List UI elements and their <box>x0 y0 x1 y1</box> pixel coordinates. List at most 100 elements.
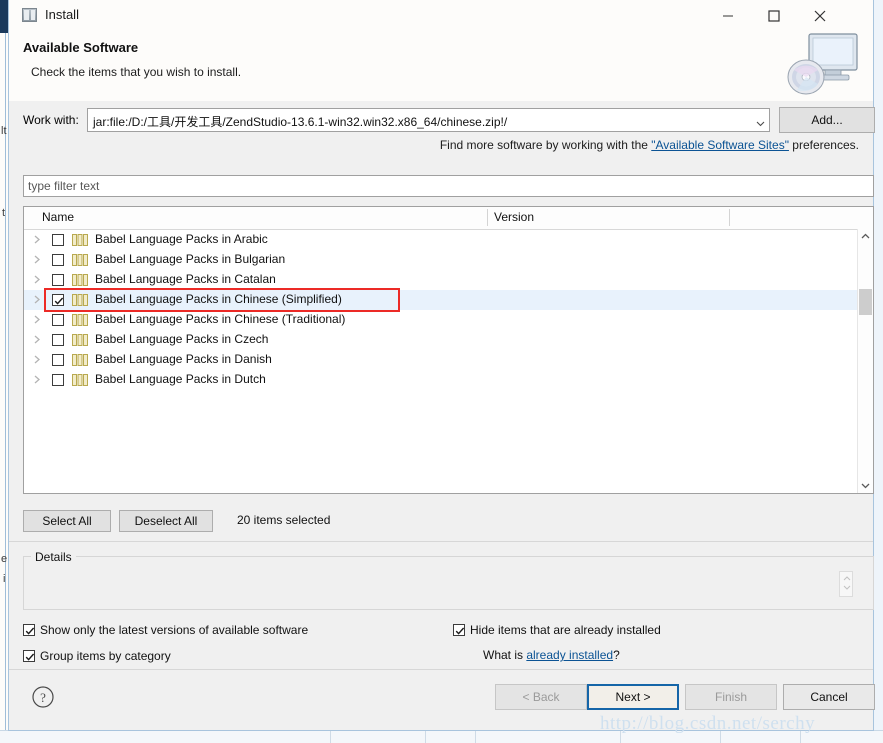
details-panel <box>23 556 874 610</box>
table-row[interactable]: Babel Language Packs in Dutch <box>24 370 873 390</box>
table-scrollbar[interactable] <box>857 229 873 493</box>
scroll-up-icon[interactable] <box>858 229 873 244</box>
column-header-name[interactable]: Name <box>42 210 74 224</box>
table-row[interactable]: Babel Language Packs in Arabic <box>24 230 873 250</box>
column-divider-2[interactable] <box>729 209 730 226</box>
filter-input[interactable]: type filter text <box>23 175 874 197</box>
table-header: Name Version <box>24 207 873 230</box>
feature-icon <box>72 254 89 266</box>
column-header-version[interactable]: Version <box>494 210 534 224</box>
scroll-down-icon[interactable] <box>858 478 873 493</box>
body-separator <box>9 541 873 542</box>
row-label: Babel Language Packs in Bulgarian <box>95 252 286 266</box>
what-is-prefix: What is <box>483 648 527 662</box>
row-checkbox[interactable] <box>52 274 64 286</box>
available-software-sites-link[interactable]: "Available Software Sites" <box>651 138 789 152</box>
find-more-suffix: preferences. <box>788 138 859 152</box>
page-title: Available Software <box>23 40 139 55</box>
row-label: Babel Language Packs in Czech <box>95 332 269 346</box>
scrollbar-thumb[interactable] <box>859 289 872 315</box>
cancel-button[interactable]: Cancel <box>783 684 875 710</box>
option-label: Hide items that are already installed <box>470 623 661 637</box>
expand-arrow-icon[interactable] <box>32 254 42 265</box>
row-label: Babel Language Packs in Dutch <box>95 372 266 386</box>
feature-icon <box>72 354 89 366</box>
background-fragment-0: lt <box>1 125 7 137</box>
table-row[interactable]: Babel Language Packs in Chinese (Traditi… <box>24 310 873 330</box>
chevron-down-icon <box>756 117 765 127</box>
next-button[interactable]: Next > <box>587 684 679 710</box>
feature-icon <box>72 374 89 386</box>
what-is-already-installed: What is already installed? <box>483 648 620 662</box>
install-dialog: Install Available Software Check the ite… <box>8 0 875 731</box>
row-checkbox[interactable] <box>52 314 64 326</box>
minimize-button[interactable] <box>705 0 751 32</box>
details-legend: Details <box>31 550 76 564</box>
row-checkbox[interactable] <box>52 234 64 246</box>
feature-icon <box>72 314 89 326</box>
close-button[interactable] <box>797 0 843 32</box>
background-fragment-1: t <box>2 207 6 219</box>
option-checkbox[interactable] <box>453 624 465 636</box>
feature-icon <box>72 274 89 286</box>
option-checkbox[interactable] <box>23 650 35 662</box>
work-with-label: Work with: <box>23 113 79 127</box>
already-installed-link[interactable]: already installed <box>526 648 613 662</box>
background-fragment-2: e <box>1 553 8 565</box>
deselect-all-button[interactable]: Deselect All <box>119 510 213 532</box>
background-divider-line <box>5 33 6 743</box>
feature-icon <box>72 234 89 246</box>
work-with-value: jar:file:/D:/工具/开发工具/ZendStudio-13.6.1-w… <box>93 115 508 129</box>
feature-icon <box>72 334 89 346</box>
table-row[interactable]: Babel Language Packs in Bulgarian <box>24 250 873 270</box>
option-label: Show only the latest versions of availab… <box>40 623 309 637</box>
expand-arrow-icon[interactable] <box>32 354 42 365</box>
back-button[interactable]: < Back <box>495 684 587 710</box>
row-checkbox[interactable] <box>52 254 64 266</box>
expand-arrow-icon[interactable] <box>32 374 42 385</box>
expand-arrow-icon[interactable] <box>32 314 42 325</box>
expand-arrow-icon[interactable] <box>32 294 42 305</box>
row-label: Babel Language Packs in Arabic <box>95 232 268 246</box>
table-row[interactable]: Babel Language Packs in Danish <box>24 350 873 370</box>
option-label: Group items by category <box>40 649 171 663</box>
row-label: Babel Language Packs in Catalan <box>95 272 276 286</box>
table-row[interactable]: Babel Language Packs in Catalan <box>24 270 873 290</box>
expand-arrow-icon[interactable] <box>32 274 42 285</box>
find-more-hint: Find more software by working with the "… <box>440 138 859 152</box>
row-checkbox[interactable] <box>52 334 64 346</box>
left-option-0[interactable]: Show only the latest versions of availab… <box>23 623 308 637</box>
dialog-header: Available Software Check the items that … <box>9 30 873 133</box>
filter-placeholder: type filter text <box>28 179 100 193</box>
expand-arrow-icon[interactable] <box>32 234 42 245</box>
watermark: http://blog.csdn.net/serchy <box>600 713 816 734</box>
work-with-combobox[interactable]: jar:file:/D:/工具/开发工具/ZendStudio-13.6.1-w… <box>87 108 770 132</box>
select-all-button[interactable]: Select All <box>23 510 111 532</box>
monitor-cd-icon <box>777 30 861 96</box>
row-checkbox[interactable] <box>52 354 64 366</box>
right-option-0[interactable]: Hide items that are already installed <box>453 623 661 637</box>
expand-arrow-icon[interactable] <box>32 334 42 345</box>
column-divider-1[interactable] <box>487 209 488 226</box>
option-checkbox[interactable] <box>23 624 35 636</box>
row-checkbox[interactable] <box>52 374 64 386</box>
feature-icon <box>72 294 89 306</box>
row-label: Babel Language Packs in Chinese (Traditi… <box>95 312 346 326</box>
left-option-1[interactable]: Group items by category <box>23 649 171 663</box>
what-is-suffix: ? <box>613 648 620 662</box>
dialog-titlebar: Install <box>9 0 873 32</box>
find-more-prefix: Find more software by working with the <box>439 138 652 152</box>
add-site-button[interactable]: Add... <box>779 107 875 133</box>
help-icon[interactable]: ? <box>31 685 55 709</box>
row-label: Babel Language Packs in Chinese (Simplif… <box>95 292 342 306</box>
row-checkbox[interactable] <box>52 294 64 306</box>
table-row[interactable]: Babel Language Packs in Chinese (Simplif… <box>24 288 873 312</box>
details-spinner[interactable] <box>839 571 853 597</box>
finish-button[interactable]: Finish <box>685 684 777 710</box>
screen: lt t e i Install Available Software Check t… <box>0 0 883 743</box>
table-row[interactable]: Babel Language Packs in Czech <box>24 330 873 350</box>
page-subtitle: Check the items that you wish to install… <box>31 65 242 79</box>
background-fragment-3: i <box>3 573 6 585</box>
maximize-button[interactable] <box>751 0 797 32</box>
svg-text:?: ? <box>40 690 46 705</box>
